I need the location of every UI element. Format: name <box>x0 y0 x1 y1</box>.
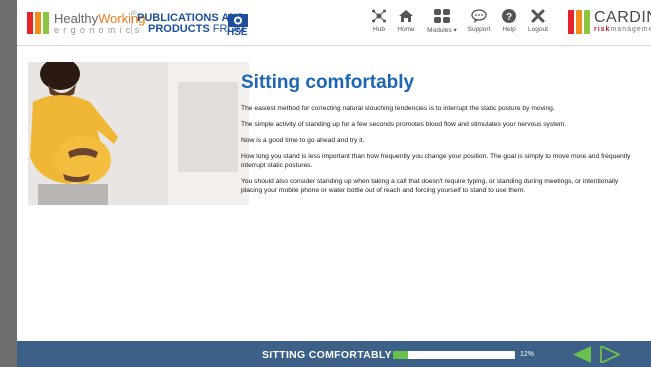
arrow-left-icon[interactable] <box>572 346 592 363</box>
footer-bar: SITTING COMFORTABLY 12% <box>17 341 651 367</box>
healthy-working-logo[interactable]: HealthyWorking ® ergonomics <box>27 11 146 37</box>
nav-modules-label: Modules ▾ <box>427 27 457 34</box>
header-divider <box>131 12 132 34</box>
page-frame: HealthyWorking ® ergonomics PUBLICATIONS… <box>17 0 651 367</box>
hse-label: HSE <box>227 27 248 38</box>
header: HealthyWorking ® ergonomics PUBLICATIONS… <box>17 0 651 46</box>
support-icon <box>463 6 495 26</box>
modules-icon <box>423 6 461 26</box>
cardinus-name: CARDINUS <box>594 9 651 26</box>
nav-support[interactable]: Support <box>463 6 495 42</box>
paragraph: The simple activity of standing up for a… <box>241 121 567 128</box>
progress-fill <box>393 351 408 359</box>
paragraph: Now is a good time to go ahead and try i… <box>241 137 365 144</box>
cardinus-subtitle: riskmanagement <box>594 26 651 33</box>
nav-logout[interactable]: Logout <box>522 6 554 42</box>
home-icon <box>390 6 422 26</box>
registered-mark: ® <box>132 11 137 17</box>
main-content: Sitting comfortably The easiest method f… <box>241 72 641 202</box>
arrow-right-icon[interactable] <box>600 346 620 363</box>
nav-modules[interactable]: Modules ▾ <box>423 6 461 42</box>
paragraph: You should also consider standing up whe… <box>241 178 619 194</box>
page-title: Sitting comfortably <box>241 72 415 93</box>
paragraph: How long you stand is less important tha… <box>241 153 631 169</box>
progress-bar <box>393 351 515 359</box>
nav-help[interactable]: ? Help <box>493 6 525 42</box>
paragraph: The easiest method for correcting natura… <box>241 105 555 112</box>
nav-help-label: Help <box>502 26 516 33</box>
nav-logout-label: Logout <box>528 26 548 33</box>
nav-home[interactable]: Home <box>390 6 422 42</box>
cardinus-logo[interactable]: CARDINUS riskmanagement <box>568 9 651 36</box>
nav-home-label: Home <box>397 26 415 33</box>
nav-support-label: Support <box>467 26 491 33</box>
help-icon: ? <box>493 6 525 26</box>
svg-text:?: ? <box>506 12 512 23</box>
pregnant-woman-photo <box>28 62 249 205</box>
progress-label: 12% <box>520 351 535 358</box>
close-icon <box>522 6 554 26</box>
healthy-working-logo-mark <box>27 12 49 34</box>
section-title: SITTING COMFORTABLY <box>262 349 392 361</box>
